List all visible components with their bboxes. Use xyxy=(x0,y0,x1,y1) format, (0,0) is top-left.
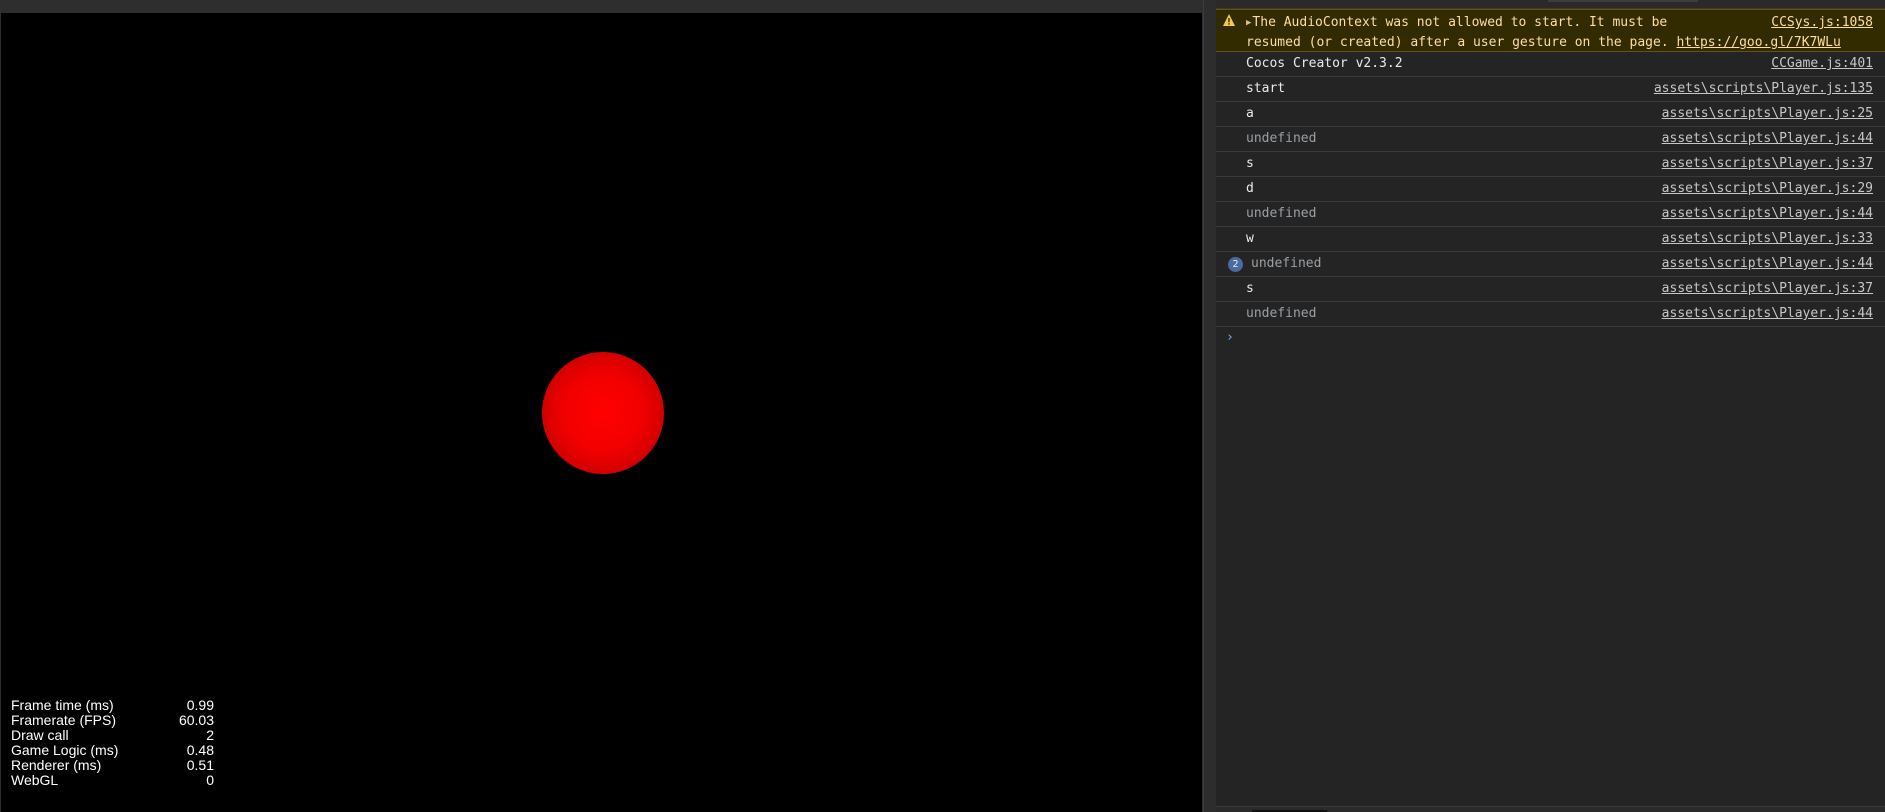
stat-value: 0.48 xyxy=(186,742,214,758)
warning-message: ▶The AudioContext was not allowed to sta… xyxy=(1246,13,1841,52)
log-message: Cocos Creator v2.3.2 xyxy=(1246,56,1403,71)
warning-link[interactable]: https://goo.gl/7K7WLu xyxy=(1676,35,1840,50)
stat-row: Draw call 2 xyxy=(11,728,214,743)
log-message: start xyxy=(1246,81,1286,96)
console-log-row[interactable]: s assets\scripts\Player.js:37 xyxy=(1216,277,1885,302)
log-message: s xyxy=(1246,156,1254,171)
expand-triangle-icon[interactable]: ▶ xyxy=(1246,18,1251,28)
log-message: undefined xyxy=(1251,256,1322,271)
stat-value: 0 xyxy=(206,772,214,788)
warning-line-2: resumed (or created) after a user gestur… xyxy=(1246,35,1669,50)
toolbar-tab-indicator xyxy=(1548,0,1698,2)
stat-label: Draw call xyxy=(11,727,69,743)
log-source-link[interactable]: assets\scripts\Player.js:37 xyxy=(1662,277,1873,301)
log-source-link[interactable]: assets\scripts\Player.js:37 xyxy=(1662,152,1873,176)
stat-row: Renderer (ms) 0.51 xyxy=(11,758,214,773)
devtools-console: ▶The AudioContext was not allowed to sta… xyxy=(1216,0,1885,812)
stat-value: 0.51 xyxy=(186,757,214,773)
stat-value: 2 xyxy=(206,727,214,743)
log-rows: Cocos Creator v2.3.2 CCGame.js:401 start as… xyxy=(1216,52,1885,327)
log-source-link[interactable]: assets\scripts\Player.js:44 xyxy=(1662,252,1873,276)
console-bottom-edge xyxy=(1216,806,1885,812)
stat-row: WebGL 0 xyxy=(11,773,214,788)
game-preview-panel: Frame time (ms) 0.99 Framerate (FPS) 60.03 D… xyxy=(0,0,1203,812)
chevron-right-icon: › xyxy=(1226,330,1234,345)
console-log-row[interactable]: w assets\scripts\Player.js:33 xyxy=(1216,227,1885,252)
stat-label: WebGL xyxy=(11,772,59,788)
warning-source-link[interactable]: CCSys.js:1058 xyxy=(1771,13,1873,32)
log-source-link[interactable]: assets\scripts\Player.js:25 xyxy=(1662,102,1873,126)
console-log-row[interactable]: Cocos Creator v2.3.2 CCGame.js:401 xyxy=(1216,52,1885,77)
stat-row: Framerate (FPS) 60.03 xyxy=(11,713,214,728)
panel-splitter[interactable] xyxy=(1203,0,1216,812)
profiler-stats: Frame time (ms) 0.99 Framerate (FPS) 60.03 D… xyxy=(11,698,214,788)
log-message: undefined xyxy=(1246,306,1317,321)
console-log-row[interactable]: d assets\scripts\Player.js:29 xyxy=(1216,177,1885,202)
console-toolbar-edge xyxy=(1216,0,1885,9)
log-message: s xyxy=(1246,281,1254,296)
red-ball-sprite xyxy=(542,352,664,474)
stat-label: Framerate (FPS) xyxy=(11,712,117,728)
log-source-link[interactable]: CCGame.js:401 xyxy=(1771,52,1873,76)
console-log-row[interactable]: 2 undefined assets\scripts\Player.js:44 xyxy=(1216,252,1885,277)
stat-label: Renderer (ms) xyxy=(11,757,102,773)
console-log-row[interactable]: undefined assets\scripts\Player.js:44 xyxy=(1216,302,1885,327)
log-message: undefined xyxy=(1246,206,1317,221)
stat-value: 0.99 xyxy=(186,697,214,713)
log-source-link[interactable]: assets\scripts\Player.js:33 xyxy=(1662,227,1873,251)
stat-label: Game Logic (ms) xyxy=(11,742,119,758)
warning-line-1: The AudioContext was not allowed to star… xyxy=(1252,15,1668,30)
log-source-link[interactable]: assets\scripts\Player.js:44 xyxy=(1662,127,1873,151)
log-message: d xyxy=(1246,181,1254,196)
log-message: w xyxy=(1246,231,1254,246)
log-source-link[interactable]: assets\scripts\Player.js:44 xyxy=(1662,302,1873,326)
console-log-row[interactable]: start assets\scripts\Player.js:135 xyxy=(1216,77,1885,102)
warning-icon xyxy=(1223,14,1235,26)
console-messages: ▶The AudioContext was not allowed to sta… xyxy=(1216,9,1885,327)
stat-row: Frame time (ms) 0.99 xyxy=(11,698,214,713)
console-log-row[interactable]: undefined assets\scripts\Player.js:44 xyxy=(1216,127,1885,152)
log-source-link[interactable]: assets\scripts\Player.js:29 xyxy=(1662,177,1873,201)
console-log-row[interactable]: a assets\scripts\Player.js:25 xyxy=(1216,102,1885,127)
log-message: a xyxy=(1246,106,1254,121)
console-warning[interactable]: ▶The AudioContext was not allowed to sta… xyxy=(1216,9,1885,52)
log-source-link[interactable]: assets\scripts\Player.js:44 xyxy=(1662,202,1873,226)
stat-value: 60.03 xyxy=(178,712,214,728)
log-message: undefined xyxy=(1246,131,1317,146)
stat-label: Frame time (ms) xyxy=(11,697,114,713)
stat-row: Game Logic (ms) 0.48 xyxy=(11,743,214,758)
repeat-count-badge: 2 xyxy=(1228,257,1243,272)
console-log-row[interactable]: undefined assets\scripts\Player.js:44 xyxy=(1216,202,1885,227)
console-prompt[interactable]: › xyxy=(1216,327,1885,351)
console-log-row[interactable]: s assets\scripts\Player.js:37 xyxy=(1216,152,1885,177)
game-canvas[interactable]: Frame time (ms) 0.99 Framerate (FPS) 60.03 D… xyxy=(1,13,1202,812)
log-source-link[interactable]: assets\scripts\Player.js:135 xyxy=(1654,77,1873,101)
